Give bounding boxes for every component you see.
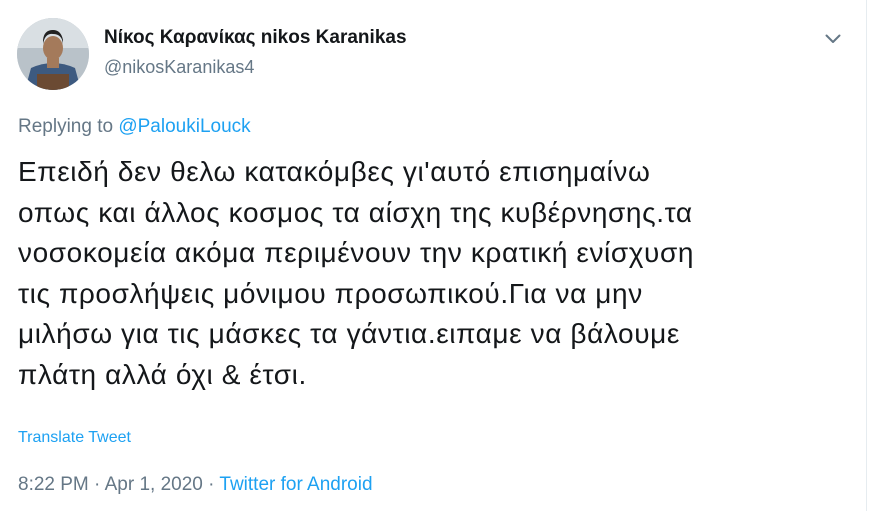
more-options-button[interactable]	[818, 24, 848, 54]
avatar[interactable]	[17, 18, 89, 90]
avatar-photo	[17, 18, 89, 90]
tweet-text-line: οπως και άλλος κοσμος τα αίσχη της κυβέρ…	[18, 196, 693, 228]
tweet-time[interactable]: 8:22 PM	[18, 474, 89, 495]
tweet-text-line: νοσοκομεία ακόμα περιμένουν την κρατική …	[18, 237, 695, 268]
reply-mention-link[interactable]: @PaloukiLouck	[118, 116, 250, 137]
meta-separator: ·	[202, 474, 220, 495]
chevron-down-icon	[825, 34, 841, 43]
tweet-source-link[interactable]: Twitter for Android	[219, 474, 372, 495]
meta-separator: ·	[88, 474, 105, 495]
tweet-text-line: πλάτη αλλά όχι & έτσι.	[18, 358, 307, 390]
display-name[interactable]: Νίκος Καρανίκας nikos Karanikas	[104, 26, 407, 50]
replying-prefix: Replying to	[18, 116, 119, 137]
tweet-date[interactable]: Apr 1, 2020	[105, 474, 203, 495]
author-names: Νίκος Καρανίκας nikos Karanikas @nikosKa…	[104, 26, 407, 79]
handle[interactable]: @nikosKaranikas4	[104, 55, 407, 79]
replying-to: Replying to @PaloukiLouck	[18, 114, 251, 140]
tweet-card: Νίκος Καρανίκας nikos Karanikas @nikosKa…	[0, 0, 866, 511]
tweet-text-line: Επειδή δεν θελω κατακόμβες γι'αυτό επιση…	[18, 156, 651, 187]
tweet-metadata: 8:22 PM · Apr 1, 2020 · Twitter for Andr…	[18, 472, 373, 498]
tweet-text-line: μιλήσω για τις μάσκες τα γάντια.ειπαμε ν…	[18, 318, 680, 349]
page-edge	[866, 0, 880, 511]
tweet-text-line: τις προσλήψεις μόνιμου προσωπικού.Για να…	[18, 277, 643, 309]
tweet-text: Επειδή δεν θελω κατακόμβες γι'αυτό επιση…	[18, 152, 848, 395]
translate-tweet-link[interactable]: Translate Tweet	[18, 428, 131, 448]
